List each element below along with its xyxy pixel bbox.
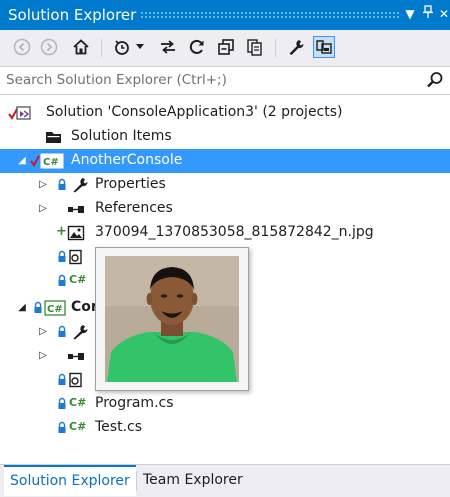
solution-items-label: Solution Items: [71, 128, 172, 144]
search-bar: [0, 67, 450, 95]
folder-icon: [45, 129, 63, 145]
svg-text:C#: C#: [47, 304, 63, 315]
preview-icon[interactable]: [313, 36, 335, 58]
history-icon[interactable]: [111, 36, 133, 58]
tree-row-anotherconsole[interactable]: ◢ C# AnotherConsole: [0, 149, 450, 173]
references-label: References: [95, 200, 173, 216]
tree-row-program-cs[interactable]: C# Program.cs: [0, 392, 450, 416]
expand-arrow-icon[interactable]: ▷: [37, 348, 49, 364]
config-file-icon: [67, 249, 85, 265]
references-icon: [67, 348, 85, 364]
lock-icon: [57, 274, 67, 288]
expand-arrow-icon[interactable]: ▷: [37, 324, 49, 340]
bottom-tab-bar: Solution Explorer Team Explorer: [0, 464, 450, 497]
svg-text:C#: C#: [43, 157, 59, 168]
lock-icon: [57, 397, 67, 411]
search-icon[interactable]: [426, 71, 444, 93]
properties-icon[interactable]: [285, 36, 307, 58]
toolbar: [0, 30, 450, 67]
collapse-arrow-icon[interactable]: ◢: [16, 153, 28, 169]
toolbar-separator: [101, 39, 102, 57]
tab-team-explorer[interactable]: Team Explorer: [137, 465, 249, 496]
csharp-file-icon: C#: [69, 396, 87, 409]
image-preview-tooltip: [95, 247, 249, 391]
csharp-file-icon: C#: [69, 420, 87, 433]
config-file-icon: [67, 372, 85, 388]
csharp-project-icon: C#: [30, 153, 66, 169]
show-all-files-icon[interactable]: [244, 36, 266, 58]
csharp-project-icon: C#: [44, 300, 66, 316]
references-icon: [67, 201, 85, 217]
tab-solution-explorer[interactable]: Solution Explorer: [4, 465, 136, 496]
add-icon: +: [56, 224, 67, 239]
tree-row-test-cs[interactable]: C# Test.cs: [0, 416, 450, 440]
chevron-down-icon[interactable]: [133, 36, 147, 58]
program-cs-label: Program.cs: [95, 395, 174, 411]
lock-icon: [57, 421, 67, 435]
wrench-icon: [71, 324, 89, 340]
tree-row-solution-items[interactable]: Solution Items: [0, 125, 450, 149]
tree-row-properties[interactable]: ▷ Properties: [0, 173, 450, 197]
expand-arrow-icon[interactable]: ▷: [37, 177, 49, 193]
lock-icon: [57, 250, 67, 264]
close-icon[interactable]: ✕: [437, 5, 450, 23]
back-icon[interactable]: [11, 36, 33, 58]
forward-icon[interactable]: [38, 36, 60, 58]
search-input[interactable]: [6, 70, 406, 90]
image-file-label: 370094_1370853058_815872842_n.jpg: [95, 224, 374, 240]
sync-icon[interactable]: [157, 36, 179, 58]
test-cs-label: Test.cs: [95, 419, 143, 435]
csharp-file-icon: C#: [69, 273, 87, 286]
wrench-icon: [71, 177, 89, 193]
tree-row-image-file[interactable]: + 370094_1370853058_815872842_n.jpg: [0, 221, 450, 245]
tree-row-references[interactable]: ▷ References: [0, 197, 450, 221]
home-icon[interactable]: [70, 36, 92, 58]
window-title: Solution Explorer: [8, 6, 137, 24]
dropdown-icon[interactable]: ▼: [403, 5, 417, 23]
refresh-icon[interactable]: [186, 36, 208, 58]
solution-icon: [8, 105, 32, 121]
toolbar-separator: [275, 39, 276, 57]
project-label: AnotherConsole: [71, 152, 183, 168]
lock-icon: [57, 178, 67, 192]
lock-icon: [57, 373, 67, 387]
lock-icon: [57, 325, 67, 339]
pin-icon[interactable]: [421, 5, 435, 23]
image-file-icon: [67, 225, 85, 241]
solution-label: Solution 'ConsoleApplication3' (2 projec…: [46, 104, 343, 120]
collapse-arrow-icon[interactable]: ◢: [16, 300, 28, 316]
tree-row-solution[interactable]: Solution 'ConsoleApplication3' (2 projec…: [0, 101, 450, 125]
title-grip[interactable]: [140, 11, 400, 18]
title-bar: Solution Explorer ▼ ✕: [0, 0, 450, 30]
expand-arrow-icon[interactable]: ▷: [37, 201, 49, 217]
image-preview-photo: [105, 256, 239, 382]
properties-label: Properties: [95, 176, 166, 192]
collapse-all-icon[interactable]: [215, 36, 237, 58]
lock-icon: [33, 301, 43, 315]
